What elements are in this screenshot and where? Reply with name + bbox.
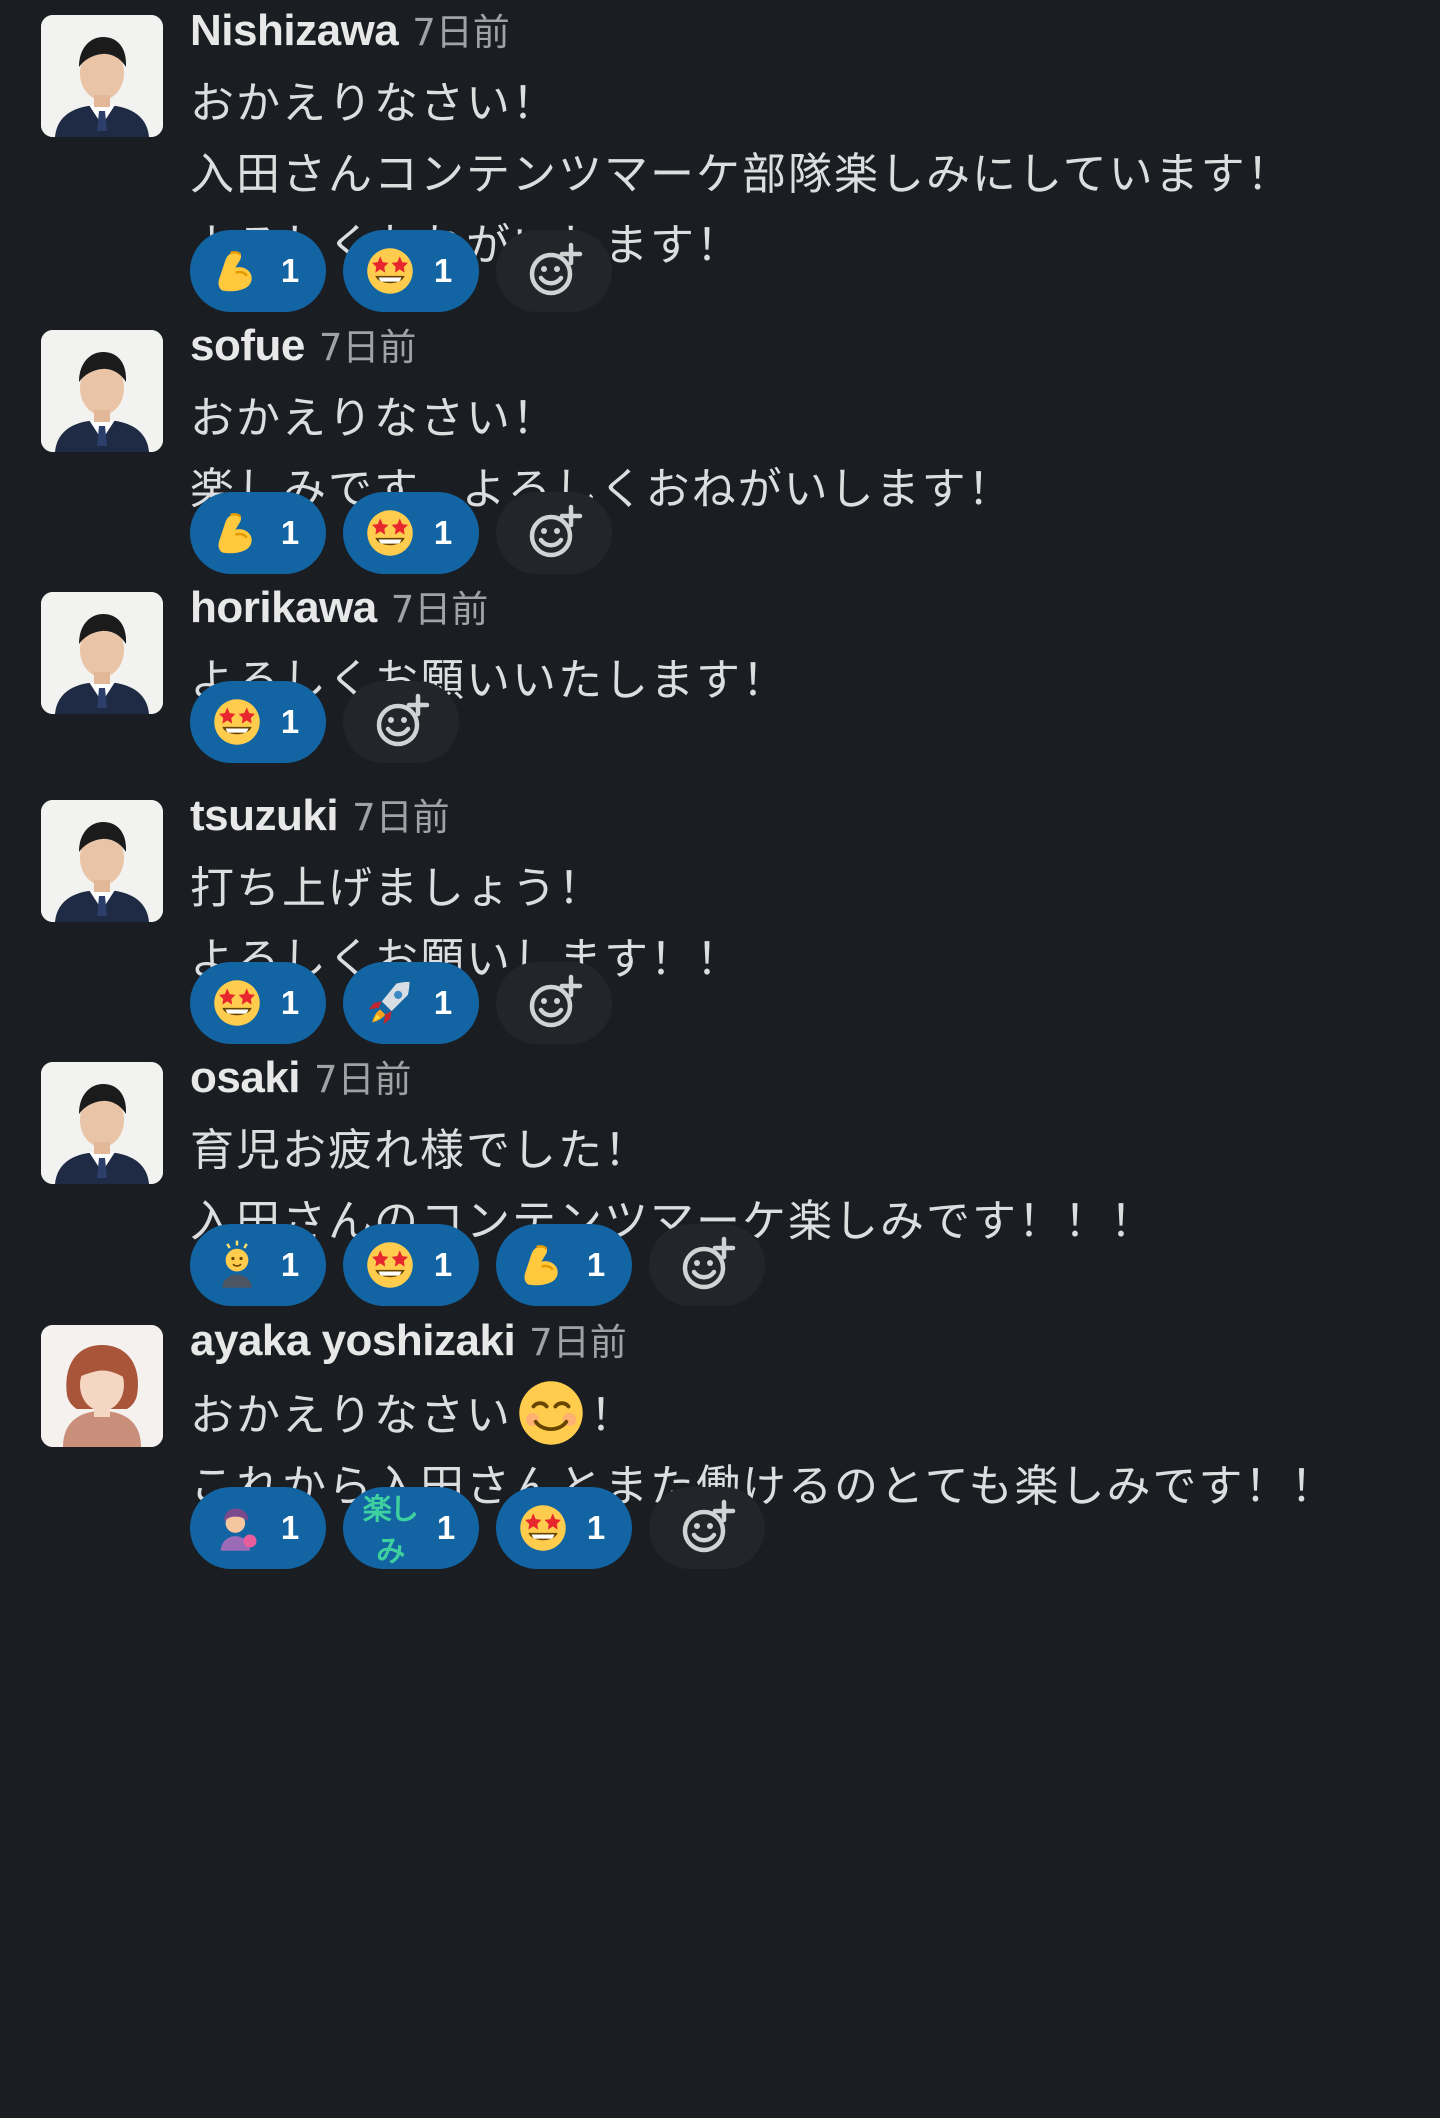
rocket-emoji — [368, 981, 410, 1025]
username[interactable]: sofue — [190, 321, 305, 370]
reaction-button[interactable]: 楽しみ 1 — [343, 1487, 479, 1569]
username[interactable]: osaki — [190, 1053, 301, 1102]
avatar[interactable] — [41, 800, 163, 922]
timestamp[interactable]: 7日前 — [529, 1321, 627, 1364]
add-reaction-icon — [529, 242, 583, 296]
avatar[interactable] — [41, 1325, 163, 1447]
reaction-count: 1 — [280, 1509, 300, 1546]
username[interactable]: ayaka yoshizaki — [190, 1316, 516, 1365]
username[interactable]: horikawa — [190, 583, 377, 632]
reaction-button[interactable]: 1 — [496, 1487, 632, 1569]
reaction-count: 1 — [433, 252, 453, 289]
reaction-count: 1 — [586, 1509, 606, 1546]
smiling-face-emoji — [519, 1381, 583, 1445]
timestamp[interactable]: 7日前 — [412, 11, 510, 54]
message-text-line: 入田さんコンテンツマーケ部隊楽しみにしています！ — [190, 149, 1293, 200]
message-text-line: おかえりなさい！ — [190, 78, 558, 129]
reaction-count: 1 — [433, 984, 453, 1021]
reaction-bar: 1 楽しみ 1 1 — [190, 1487, 765, 1569]
reaction-bar: 11 — [190, 962, 612, 1044]
message-header: ayaka yoshizaki 7日前 — [190, 1313, 627, 1378]
add-reaction-button[interactable] — [343, 681, 459, 763]
add-reaction-icon — [376, 693, 430, 747]
message-text-segment: おかえりなさい — [190, 1390, 512, 1441]
add-reaction-icon — [682, 1236, 736, 1290]
message-header: tsuzuki 7日前 — [190, 788, 450, 853]
star-struck-emoji — [367, 1242, 413, 1288]
add-reaction-icon — [529, 504, 583, 558]
message-header: Nishizawa 7日前 — [190, 3, 510, 68]
star-struck-emoji — [367, 248, 413, 294]
reaction-button[interactable]: 1 — [343, 492, 479, 574]
reaction-bar: 1 — [190, 681, 459, 763]
timestamp[interactable]: 7日前 — [314, 1058, 412, 1101]
message-text-line: おかえりなさい！ — [190, 393, 558, 444]
reaction-button[interactable]: 1 — [343, 1224, 479, 1306]
message-header: osaki 7日前 — [190, 1050, 412, 1115]
add-reaction-button[interactable] — [496, 492, 612, 574]
reaction-button[interactable]: 1 — [190, 1224, 326, 1306]
message-thread: Nishizawa 7日前 おかえりなさい！ 入田さんコンテンツマーケ部隊楽しみにして… — [0, 0, 1440, 2118]
reaction-count: 1 — [280, 984, 300, 1021]
reaction-button[interactable]: 1 — [190, 492, 326, 574]
reaction-count: 1 — [586, 1246, 606, 1283]
message-header: sofue 7日前 — [190, 318, 416, 383]
reaction-button[interactable]: 1 — [343, 230, 479, 312]
add-reaction-icon — [682, 1499, 736, 1553]
avatar[interactable] — [41, 15, 163, 137]
username[interactable]: tsuzuki — [190, 791, 339, 840]
star-struck-emoji — [520, 1505, 566, 1551]
reaction-count: 1 — [436, 1509, 456, 1546]
reaction-button[interactable]: 1 — [190, 230, 326, 312]
reaction-count: 1 — [433, 514, 453, 551]
muscle-emoji — [218, 513, 252, 554]
muscle-emoji — [218, 251, 252, 292]
add-reaction-button[interactable] — [649, 1487, 765, 1569]
star-struck-emoji — [214, 980, 260, 1026]
add-reaction-button[interactable] — [496, 230, 612, 312]
add-reaction-icon — [529, 974, 583, 1028]
reaction-count: 1 — [433, 1246, 453, 1283]
message-text-line: おかえりなさい ！ — [190, 1378, 1336, 1451]
star-struck-emoji — [214, 699, 260, 745]
avatar[interactable] — [41, 1062, 163, 1184]
reaction-count: 1 — [280, 1246, 300, 1283]
timestamp[interactable]: 7日前 — [319, 326, 417, 369]
reaction-button[interactable]: 1 — [190, 962, 326, 1044]
username[interactable]: Nishizawa — [190, 6, 399, 55]
reaction-button[interactable]: 1 — [496, 1224, 632, 1306]
tanoshimi-text-emoji: 楽しみ — [362, 1492, 419, 1568]
muscle-emoji — [524, 1245, 558, 1286]
timestamp[interactable]: 7日前 — [352, 796, 450, 839]
reaction-count: 1 — [280, 703, 300, 740]
reaction-button[interactable]: 1 — [190, 1487, 326, 1569]
avatar[interactable] — [41, 330, 163, 452]
message-text-line: 育児お疲れ様でした！ — [190, 1125, 650, 1176]
reaction-bar: 11 — [190, 492, 612, 574]
idea-person-emoji — [222, 1240, 252, 1288]
reaction-count: 1 — [280, 252, 300, 289]
message-header: horikawa 7日前 — [190, 580, 488, 645]
timestamp[interactable]: 7日前 — [391, 588, 489, 631]
message-text-segment: ！ — [590, 1390, 636, 1441]
reaction-button[interactable]: 1 — [343, 962, 479, 1044]
add-reaction-button[interactable] — [649, 1224, 765, 1306]
person-emoji — [220, 1508, 257, 1551]
add-reaction-button[interactable] — [496, 962, 612, 1044]
reaction-bar: 1 1 1 — [190, 1224, 765, 1306]
reaction-count: 1 — [280, 514, 300, 551]
reaction-button[interactable]: 1 — [190, 681, 326, 763]
star-struck-emoji — [367, 510, 413, 556]
message-text-line: 打ち上げましょう！ — [190, 863, 604, 914]
reaction-bar: 11 — [190, 230, 612, 312]
avatar[interactable] — [41, 592, 163, 714]
